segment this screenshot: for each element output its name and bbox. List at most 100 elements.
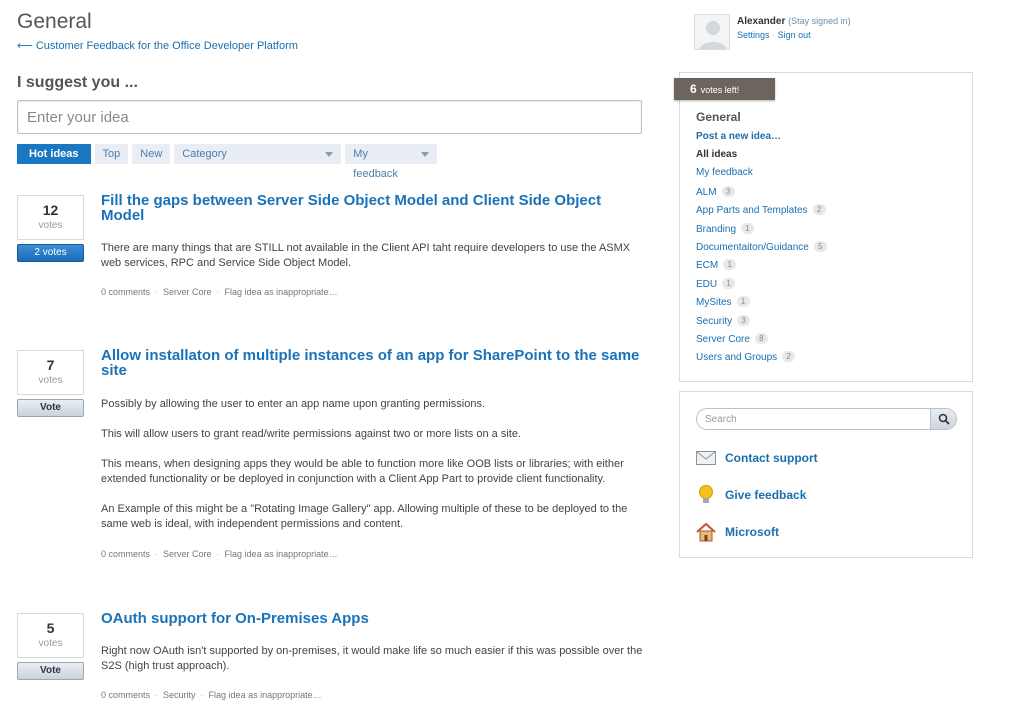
flag-link[interactable]: Flag idea as inappropriate… bbox=[225, 549, 338, 559]
post-new-idea-link[interactable]: Post a new idea… bbox=[696, 131, 781, 142]
microsoft-link[interactable]: Microsoft bbox=[725, 525, 779, 539]
meta-separator: · bbox=[155, 690, 159, 700]
idea-paragraph: This will allow users to grant read/writ… bbox=[101, 428, 521, 440]
filter-new[interactable]: New bbox=[132, 144, 171, 164]
idea-title[interactable]: Allow installaton of multiple instances … bbox=[101, 348, 641, 378]
vote-count-label: votes bbox=[38, 220, 63, 231]
vote-count: 7 bbox=[46, 357, 55, 373]
give-feedback-link[interactable]: Give feedback bbox=[725, 488, 806, 502]
vote-count-box: 5 votes bbox=[17, 613, 84, 658]
idea-body: Possibly by allowing the user to enter a… bbox=[101, 397, 649, 547]
sign-out-link[interactable]: Sign out bbox=[778, 30, 811, 40]
forum-panel: 6 votes left! General Post a new idea… Al… bbox=[674, 72, 973, 382]
sidebar-item-label: Server Core bbox=[696, 333, 750, 345]
sidebar-item-server-core[interactable]: Server Core 8 bbox=[696, 332, 827, 351]
breadcrumb-back-link[interactable]: ⟵ Customer Feedback for the Office Devel… bbox=[17, 39, 298, 52]
lightbulb-icon bbox=[695, 484, 717, 506]
comments-link[interactable]: 0 comments bbox=[101, 549, 150, 559]
votes-left-count: 6 bbox=[690, 82, 697, 96]
meta-separator: · bbox=[155, 549, 159, 559]
link-separator: · bbox=[772, 30, 776, 40]
avatar[interactable] bbox=[694, 14, 730, 50]
search-button[interactable] bbox=[930, 409, 956, 429]
user-name-line: Alexander (Stay signed in) bbox=[737, 16, 851, 27]
search-icon bbox=[938, 413, 950, 425]
sidebar-item-count: 3 bbox=[721, 185, 735, 197]
category-dropdown[interactable]: Category bbox=[174, 144, 342, 164]
microsoft-row[interactable]: Microsoft bbox=[695, 521, 779, 543]
idea-meta: 0 comments · Security · Flag idea as inappro… bbox=[101, 690, 322, 700]
sidebar-item-documentation[interactable]: Documentaiton/Guidance 5 bbox=[696, 240, 827, 259]
sidebar-item-branding[interactable]: Branding 1 bbox=[696, 222, 827, 241]
category-link[interactable]: Security bbox=[163, 690, 196, 700]
default-avatar-icon bbox=[699, 21, 727, 49]
support-panel: Contact support Give feedback Microsoft bbox=[679, 391, 973, 558]
vote-button[interactable]: Vote bbox=[17, 662, 84, 680]
meta-separator: · bbox=[216, 287, 220, 297]
flag-link[interactable]: Flag idea as inappropriate… bbox=[209, 690, 322, 700]
envelope-icon bbox=[695, 447, 717, 469]
sidebar-item-label: MySites bbox=[696, 297, 732, 309]
sidebar-item-label: ALM bbox=[696, 186, 717, 198]
meta-separator: · bbox=[155, 287, 159, 297]
category-dropdown-label: Category bbox=[182, 148, 227, 160]
comments-link[interactable]: 0 comments bbox=[101, 690, 150, 700]
vote-button[interactable]: Vote bbox=[17, 399, 84, 417]
sidebar-item-mysites[interactable]: MySites 1 bbox=[696, 296, 827, 314]
sidebar-item-all-ideas[interactable]: All ideas bbox=[696, 149, 827, 167]
sidebar-item-label: App Parts and Templates bbox=[696, 205, 808, 217]
idea-paragraph: This means, when designing apps they wou… bbox=[101, 458, 624, 485]
category-link[interactable]: Server Core bbox=[163, 549, 212, 559]
comments-link[interactable]: 0 comments bbox=[101, 287, 150, 297]
idea-input[interactable] bbox=[17, 100, 642, 134]
home-icon bbox=[695, 521, 717, 543]
sidebar-item-alm[interactable]: ALM 3 bbox=[696, 185, 827, 204]
sidebar-item-count: 5 bbox=[813, 240, 827, 252]
stay-signed-in-link[interactable]: (Stay signed in) bbox=[788, 16, 851, 26]
sidebar-item-count: 3 bbox=[737, 314, 751, 326]
vote-count-box: 12 votes bbox=[17, 195, 84, 240]
sidebar-item-ecm[interactable]: ECM 1 bbox=[696, 259, 827, 277]
contact-support-link[interactable]: Contact support bbox=[725, 451, 818, 465]
vote-count: 5 bbox=[46, 620, 55, 636]
my-feedback-dropdown[interactable]: My feedback bbox=[345, 144, 438, 180]
category-link[interactable]: Server Core bbox=[163, 287, 212, 297]
vote-button[interactable]: 2 votes bbox=[17, 244, 84, 262]
filter-bar: Hot ideas Top New Category My feedback bbox=[17, 144, 441, 180]
give-feedback-row[interactable]: Give feedback bbox=[695, 484, 806, 506]
flag-link[interactable]: Flag idea as inappropriate… bbox=[225, 287, 338, 297]
search-box bbox=[696, 408, 957, 430]
sidebar-item-label: My feedback bbox=[696, 167, 753, 179]
search-input[interactable] bbox=[697, 409, 931, 429]
sidebar-item-count: 2 bbox=[782, 351, 796, 363]
category-list: All ideas My feedback ALM 3 App Parts and… bbox=[696, 149, 827, 370]
sidebar-item-count: 1 bbox=[722, 277, 736, 289]
user-name: Alexander bbox=[737, 16, 786, 27]
sidebar-item-label: EDU bbox=[696, 278, 718, 290]
sidebar-item-security[interactable]: Security 3 bbox=[696, 314, 827, 333]
votes-left-badge: 6 votes left! bbox=[674, 78, 775, 100]
idea-body: There are many things that are STILL not… bbox=[101, 241, 649, 286]
idea-paragraph: Possibly by allowing the user to enter a… bbox=[101, 398, 486, 410]
idea-paragraph: There are many things that are STILL not… bbox=[101, 242, 631, 269]
idea-meta: 0 comments · Server Core · Flag idea as inap… bbox=[101, 287, 338, 297]
filter-top[interactable]: Top bbox=[94, 144, 129, 164]
vote-count-label: votes bbox=[38, 375, 63, 386]
vote-count: 12 bbox=[42, 202, 59, 218]
sidebar-item-app-parts[interactable]: App Parts and Templates 2 bbox=[696, 204, 827, 222]
sidebar-item-label: ECM bbox=[696, 260, 719, 272]
sidebar-item-users-and-groups[interactable]: Users and Groups 2 bbox=[696, 351, 827, 369]
sidebar-item-my-feedback[interactable]: My feedback bbox=[696, 167, 827, 185]
sidebar-item-edu[interactable]: EDU 1 bbox=[696, 277, 827, 296]
sidebar-item-label: Security bbox=[696, 315, 733, 327]
sidebar-item-label: All ideas bbox=[696, 149, 738, 160]
filter-hot-ideas[interactable]: Hot ideas bbox=[17, 144, 91, 164]
idea-paragraph: Right now OAuth isn't supported by on-pr… bbox=[101, 645, 643, 672]
settings-link[interactable]: Settings bbox=[737, 30, 770, 40]
sidebar-item-count: 1 bbox=[736, 296, 750, 308]
idea-meta: 0 comments · Server Core · Flag idea as inap… bbox=[101, 549, 338, 559]
idea-title[interactable]: OAuth support for On-Premises Apps bbox=[101, 611, 641, 626]
contact-support-row[interactable]: Contact support bbox=[695, 447, 818, 469]
idea-title[interactable]: Fill the gaps between Server Side Object… bbox=[101, 193, 641, 223]
vote-count-label: votes bbox=[38, 638, 63, 649]
